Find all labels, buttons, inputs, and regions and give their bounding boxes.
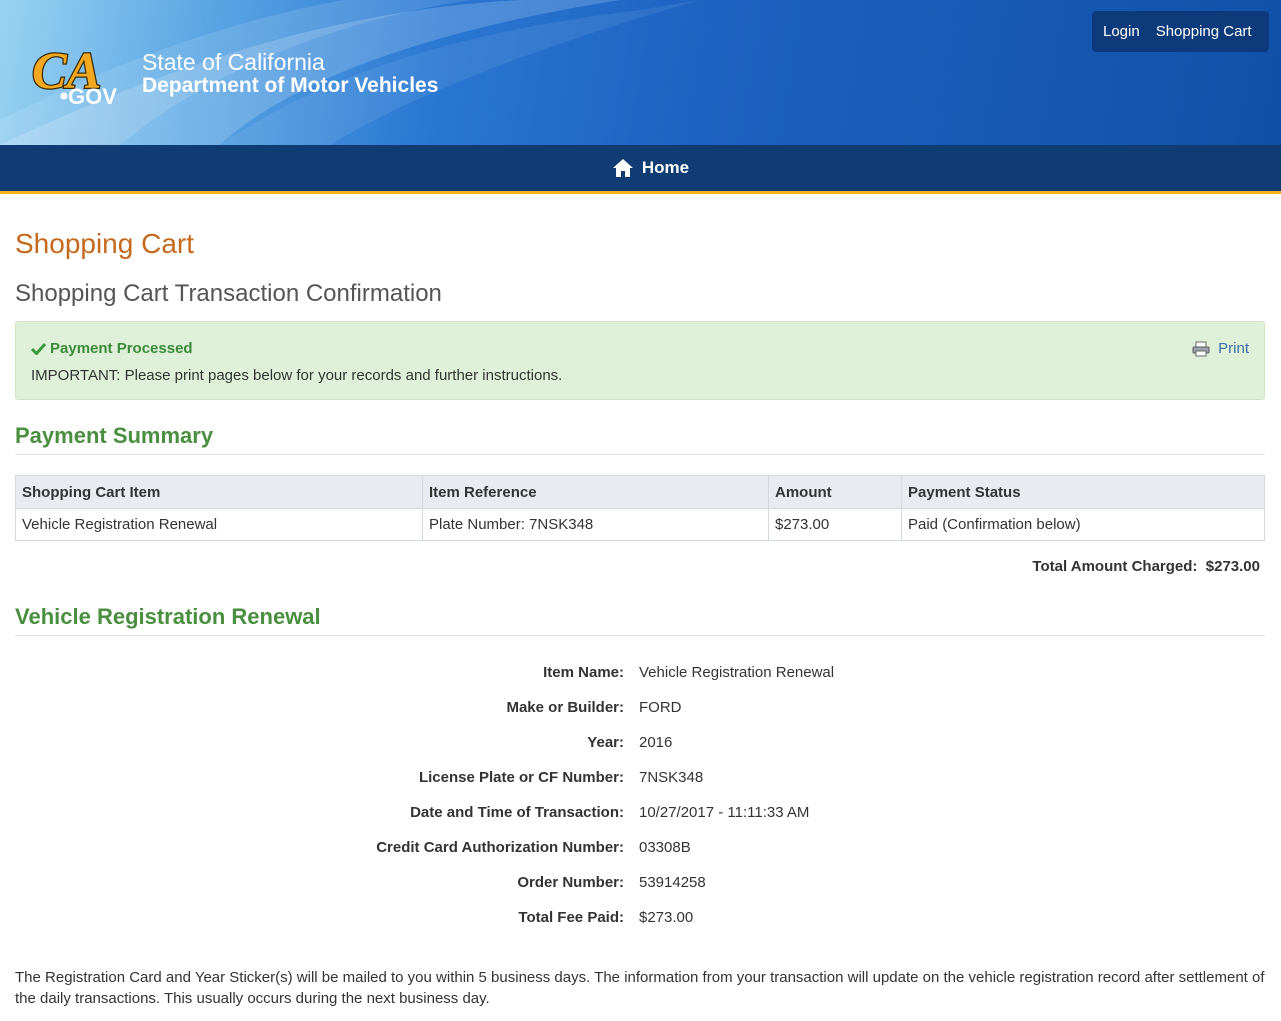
column-header: Payment Status bbox=[901, 475, 1265, 509]
check-icon bbox=[31, 342, 46, 355]
department-name: Department of Motor Vehicles bbox=[142, 74, 439, 97]
detail-label: Order Number: bbox=[517, 874, 624, 891]
detail-value: 53914258 bbox=[639, 874, 706, 891]
payment-summary-table: Shopping Cart Item Item Reference Amount… bbox=[15, 475, 1265, 541]
shopping-cart-link[interactable]: Shopping Cart bbox=[1156, 23, 1252, 40]
ca-gov-logo[interactable]: CA GOV bbox=[28, 38, 124, 110]
detail-row: Credit Card Authorization Number: 03308B bbox=[15, 839, 1265, 859]
table-cell: Paid (Confirmation below) bbox=[901, 508, 1265, 541]
mailing-footnote: The Registration Card and Year Sticker(s… bbox=[15, 969, 1265, 1007]
site-header: CA GOV State of California Department of… bbox=[0, 0, 1281, 145]
detail-label: Make or Builder: bbox=[506, 699, 624, 716]
detail-value: 03308B bbox=[639, 839, 691, 856]
detail-value: $273.00 bbox=[639, 909, 694, 926]
state-name: State of California bbox=[142, 49, 325, 75]
nav-home[interactable]: Home bbox=[612, 158, 689, 178]
payment-summary-heading: Payment Summary bbox=[15, 423, 1265, 455]
detail-row: License Plate or CF Number: 7NSK348 bbox=[15, 769, 1265, 789]
alert-title-text: Payment Processed bbox=[50, 340, 193, 357]
page-title: Shopping Cart bbox=[15, 228, 195, 259]
print-button[interactable]: Print bbox=[1192, 340, 1249, 357]
total-label: Total Amount Charged: bbox=[1032, 558, 1198, 575]
detail-row: Item Name: Vehicle Registration Renewal bbox=[15, 664, 1265, 684]
renewal-heading: Vehicle Registration Renewal bbox=[15, 604, 1265, 636]
total-value: $273.00 bbox=[1205, 558, 1260, 575]
detail-value: 2016 bbox=[639, 734, 673, 751]
detail-label: Credit Card Authorization Number: bbox=[376, 839, 624, 856]
payment-alert: Payment Processed IMPORTANT: Please prin… bbox=[15, 321, 1265, 400]
detail-value: FORD bbox=[639, 699, 682, 716]
detail-value: 7NSK348 bbox=[639, 769, 704, 786]
detail-label: Year: bbox=[587, 734, 624, 751]
detail-value: Vehicle Registration Renewal bbox=[639, 664, 835, 681]
column-header: Item Reference bbox=[422, 475, 769, 509]
alert-title: Payment Processed bbox=[31, 340, 193, 357]
column-header: Amount bbox=[768, 475, 902, 509]
detail-label: Total Fee Paid: bbox=[518, 909, 624, 926]
detail-row: Year: 2016 bbox=[15, 734, 1265, 754]
svg-text:GOV: GOV bbox=[68, 84, 117, 109]
alert-message: IMPORTANT: Please print pages below for … bbox=[31, 367, 563, 384]
table-cell: Plate Number: 7NSK348 bbox=[422, 508, 769, 541]
detail-value: 10/27/2017 - 11:11:33 AM bbox=[639, 804, 810, 821]
utility-bar: Login Shopping Cart bbox=[1092, 11, 1269, 52]
page-subtitle: Shopping Cart Transaction Confirmation bbox=[15, 280, 442, 307]
table-cell: Vehicle Registration Renewal bbox=[15, 508, 423, 541]
printer-icon bbox=[1192, 341, 1210, 356]
total-amount-charged: Total Amount Charged: $273.00 bbox=[1032, 558, 1260, 575]
agency-title: State of California Department of Motor … bbox=[142, 50, 438, 98]
table-cell: $273.00 bbox=[768, 508, 902, 541]
main-nav: Home bbox=[0, 145, 1281, 194]
table-header-row: Shopping Cart Item Item Reference Amount… bbox=[15, 475, 1265, 509]
table-row: Vehicle Registration Renewal Plate Numbe… bbox=[15, 508, 1265, 541]
detail-row: Make or Builder: FORD bbox=[15, 699, 1265, 719]
detail-row: Order Number: 53914258 bbox=[15, 874, 1265, 894]
column-header: Shopping Cart Item bbox=[15, 475, 423, 509]
detail-row: Total Fee Paid: $273.00 bbox=[15, 909, 1265, 929]
print-label: Print bbox=[1218, 340, 1249, 357]
detail-row: Date and Time of Transaction: 10/27/2017… bbox=[15, 804, 1265, 824]
home-icon bbox=[612, 159, 633, 177]
detail-label: Date and Time of Transaction: bbox=[410, 804, 624, 821]
login-link[interactable]: Login bbox=[1103, 23, 1140, 40]
nav-home-label: Home bbox=[641, 158, 690, 177]
detail-label: Item Name: bbox=[543, 664, 624, 681]
detail-label: License Plate or CF Number: bbox=[418, 769, 624, 786]
